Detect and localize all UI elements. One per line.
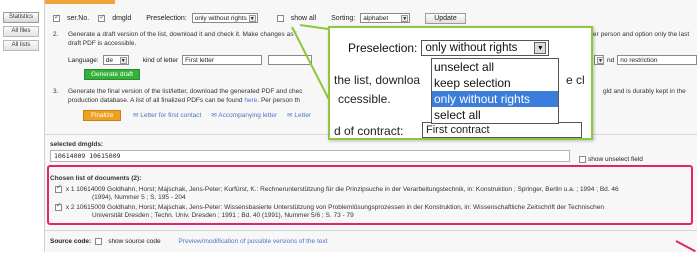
options-row: ser.No. dmgld Preselection: only without… <box>53 12 466 24</box>
preselection-dropdown: unselect all keep selection only without… <box>431 58 559 124</box>
sorting-select[interactable]: alphabet ▼ <box>360 13 411 23</box>
zoom-callout: the list, downloa e cl ccessible. d of c… <box>328 26 593 140</box>
restriction-controls: ▼ nd no restriction <box>594 55 697 65</box>
kind-of-letter-select[interactable]: First letter <box>182 55 263 65</box>
show-all-checkbox[interactable] <box>276 14 284 22</box>
zoom-preselection-value: only without rights <box>425 42 518 54</box>
option-unselect-all[interactable]: unselect all <box>432 59 558 75</box>
sorting-value: alphabet <box>363 14 389 22</box>
accompanying-letter-label: Accompanying letter <box>218 112 278 119</box>
zoom-preselection-label: Preselection: <box>348 41 418 55</box>
zoom-preselection-select[interactable]: only without rights ▼ <box>421 40 550 56</box>
chevron-down-icon: ▼ <box>401 14 409 22</box>
letter-label: Letter <box>294 112 312 119</box>
step-2-line1: Generate a draft version of the list, do… <box>68 31 297 38</box>
option-only-without-rights[interactable]: only without rights <box>432 91 558 107</box>
language-label: Language: <box>68 56 99 64</box>
source-code-label: Source code: <box>50 238 92 245</box>
step-3-line1: Generate the final version of the list/l… <box>68 88 303 95</box>
step-3-line2-suffix: . Per person th <box>257 97 300 104</box>
zoom-bg-text-3: d of contract: <box>334 124 404 138</box>
step-3-line1-right: gld and is durably kept in the <box>603 88 686 95</box>
serno-checkbox[interactable] <box>53 13 60 22</box>
restriction-prefix: nd <box>607 56 615 64</box>
show-unselect-checkbox[interactable] <box>579 156 586 163</box>
letter-link[interactable]: ✉ Letter <box>287 111 311 119</box>
sorting-label: Sorting: <box>331 14 356 22</box>
dmgld-label: dmgld <box>112 14 132 22</box>
sidebar-item-all-files[interactable]: All files <box>3 26 39 37</box>
show-unselect-label: show unselect field <box>588 156 643 163</box>
chevron-down-icon: ▼ <box>119 56 127 64</box>
finalize-button[interactable]: Finalize <box>83 110 122 121</box>
step-2-number: 2. <box>53 31 59 38</box>
restriction-value: no restriction <box>620 56 658 64</box>
finalized-pdfs-link[interactable]: here <box>244 97 257 104</box>
update-button[interactable]: Update <box>425 12 466 24</box>
preselection-label: Preselection: <box>146 14 187 22</box>
language-select[interactable]: de ▼ <box>102 55 129 65</box>
step-3-line2: production database. A list of all final… <box>68 97 300 105</box>
highlight-box <box>47 165 693 225</box>
accompanying-letter-link[interactable]: ✉ Accompanying letter <box>211 111 277 119</box>
zoom-bg-text-2: ccessible. <box>338 92 391 106</box>
step-3-number: 3. <box>53 88 59 95</box>
divider <box>45 230 697 231</box>
serno-label: ser.No. <box>67 14 90 22</box>
selected-dmgids-label: selected dmgIds: <box>50 141 104 148</box>
source-code-row: Source code: show source code Preview/mo… <box>50 238 327 245</box>
restriction-select[interactable]: no restriction <box>617 55 697 65</box>
zoom-bg-text-1: the list, downloa <box>334 73 421 87</box>
step-2-line1-right: er person and option only the last <box>593 31 690 38</box>
sidebar: Statistics All files All lists <box>3 12 39 51</box>
show-source-label: show source code <box>108 238 161 245</box>
preselection-value: only without rights <box>194 14 247 22</box>
option-keep-selection[interactable]: keep selection <box>432 75 558 91</box>
kind-of-letter-label: kind of letter <box>142 56 179 64</box>
step-3-line2-prefix: production database. A list of all final… <box>68 97 245 104</box>
step-2-controls: Language: de ▼ kind of letter First lett… <box>68 55 313 65</box>
chevron-down-icon: ▼ <box>597 56 604 64</box>
zoom-preselection-row: Preselection: only without rights ▼ <box>348 40 550 56</box>
option-select-all[interactable]: select all <box>432 107 558 123</box>
language-value: de <box>105 56 113 64</box>
first-contact-letter-label: Letter for first contact <box>140 112 202 119</box>
show-source-checkbox[interactable] <box>95 238 103 245</box>
show-all-label: show all <box>290 14 317 22</box>
generate-draft-button[interactable]: Generate draft <box>84 69 140 80</box>
preselection-select[interactable]: only without rights ▼ <box>191 13 258 23</box>
letter-links: ✉ Letter for first contact ✉ Accompanyin… <box>133 111 311 119</box>
dmgld-checkbox[interactable] <box>98 13 106 22</box>
step-2-line2: draft PDF is accessible. <box>68 40 137 47</box>
sidebar-item-all-lists[interactable]: All lists <box>3 40 39 51</box>
active-tab-indicator <box>45 0 115 4</box>
kind-of-letter-value: First letter <box>185 56 215 64</box>
zoom-bg-text-1-right: e cl <box>566 73 585 87</box>
chevron-down-icon: ▼ <box>248 14 256 22</box>
restriction-left-select[interactable]: ▼ <box>594 55 604 65</box>
zoom-contract-select[interactable]: First contract <box>422 122 582 138</box>
selected-dmgids-field[interactable]: 10614009 10615009 <box>50 150 570 162</box>
chevron-down-icon: ▼ <box>534 42 547 54</box>
sidebar-item-statistics[interactable]: Statistics <box>3 12 39 23</box>
show-unselect-control: show unselect field <box>579 156 643 163</box>
first-contact-letter-link[interactable]: ✉ Letter for first contact <box>133 111 201 119</box>
preview-modification-link[interactable]: Preview/modification of possible version… <box>179 238 328 245</box>
